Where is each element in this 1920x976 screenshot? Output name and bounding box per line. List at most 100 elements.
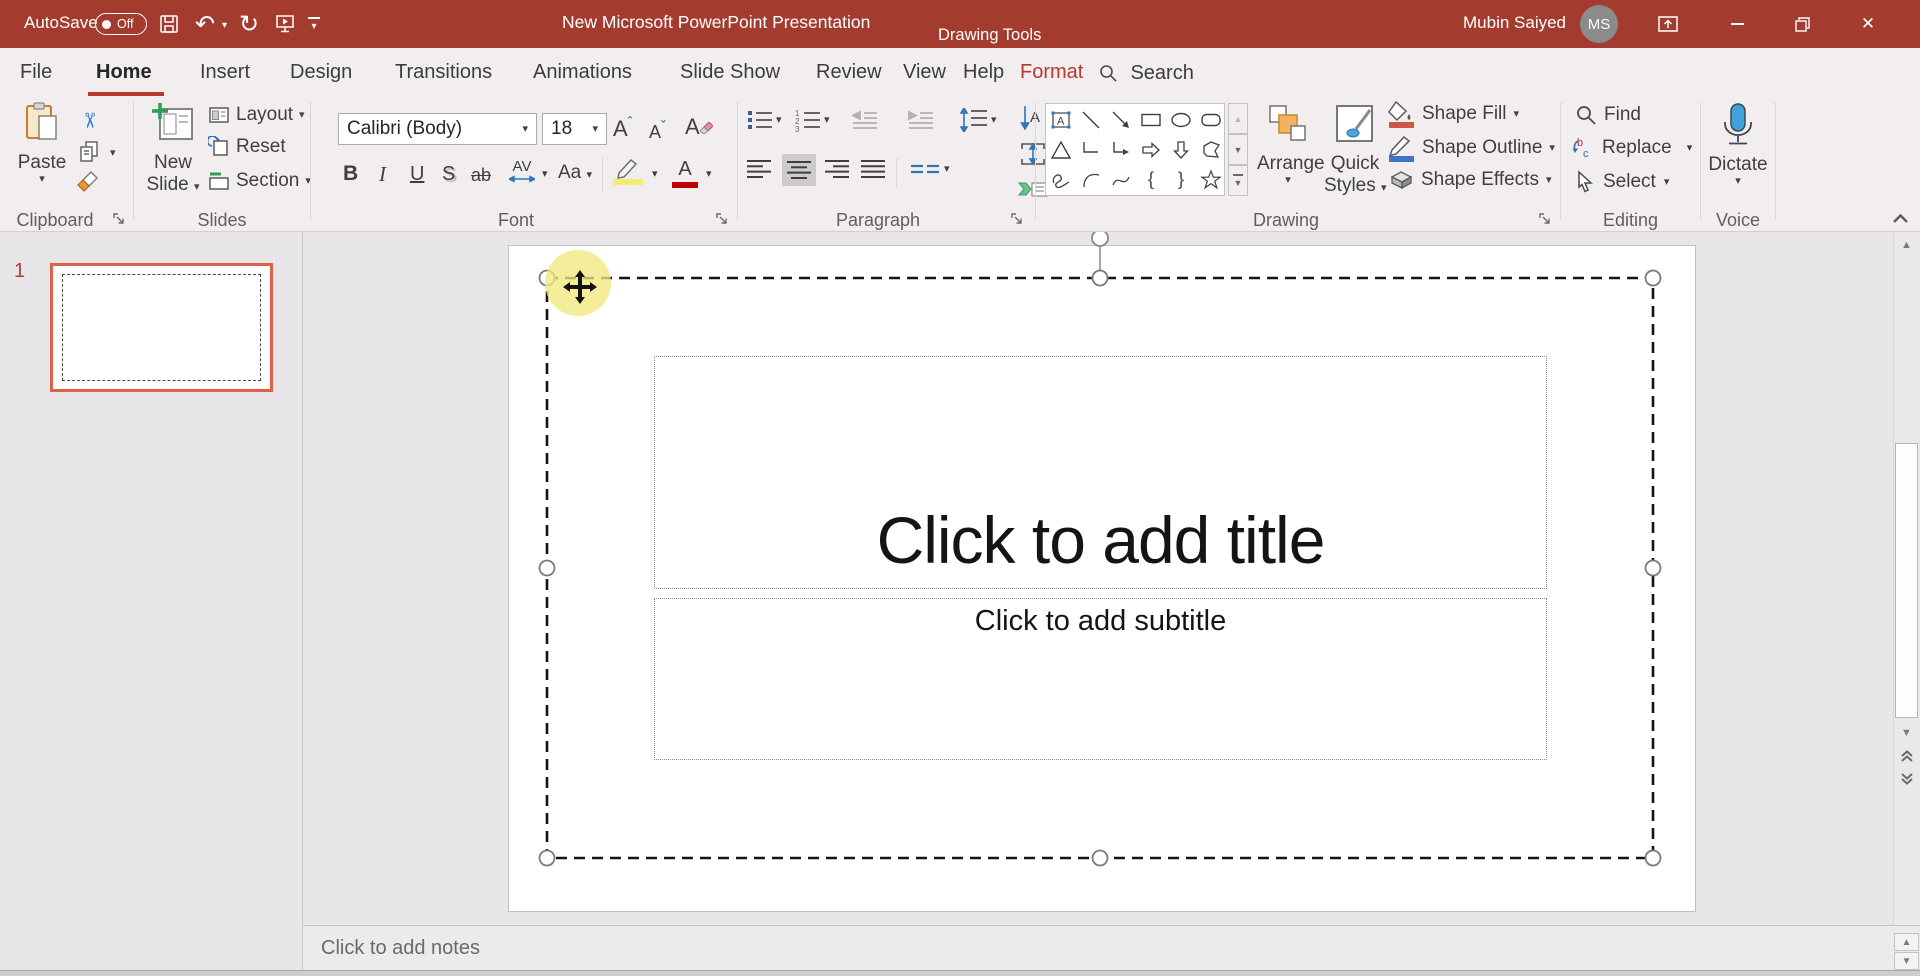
font-dialog-launcher-icon[interactable] <box>715 212 729 226</box>
text-highlight-color-button[interactable] <box>611 156 645 186</box>
dropdown-arrow-icon[interactable]: ▾ <box>110 148 116 159</box>
gallery-more-button[interactable]: ▼ <box>1228 165 1248 196</box>
decrease-font-size-button[interactable]: Aˇ <box>649 118 665 143</box>
dictate-button[interactable]: Dictate ▾ <box>1707 102 1769 200</box>
select-button[interactable]: Select ▾ <box>1575 170 1669 194</box>
dropdown-arrow-icon[interactable]: ▾ <box>706 169 712 180</box>
text-shadow-button[interactable]: S <box>442 163 455 186</box>
notes-scroll-down-button[interactable]: ▼ <box>1894 952 1919 970</box>
reset-button[interactable]: Reset <box>208 136 286 158</box>
tab-slide-show[interactable]: Slide Show <box>680 48 780 96</box>
paste-button[interactable]: Paste ▾ <box>14 102 70 194</box>
find-button[interactable]: Find <box>1575 104 1641 126</box>
columns-button[interactable]: ▾ <box>910 162 950 176</box>
notes-scroll-up-button[interactable]: ▲ <box>1894 933 1919 951</box>
shape-line[interactable] <box>1076 104 1106 135</box>
tab-view[interactable]: View <box>903 48 946 96</box>
title-placeholder[interactable]: Click to add title <box>654 356 1547 589</box>
scroll-up-button[interactable]: ▲ <box>1893 236 1920 254</box>
undo-button[interactable]: ↶ <box>188 7 222 41</box>
slide-canvas[interactable]: Click to add title Click to add subtitle <box>508 245 1696 912</box>
shape-right-arrow[interactable] <box>1136 134 1166 165</box>
previous-slide-button[interactable] <box>1893 746 1920 766</box>
increase-indent-button[interactable] <box>908 110 934 130</box>
arrange-button[interactable]: Arrange ▾ <box>1257 104 1319 200</box>
avatar[interactable]: MS <box>1580 5 1618 43</box>
customize-qat-button[interactable]: ▾ <box>308 17 320 32</box>
shape-scribble[interactable] <box>1046 164 1076 195</box>
slide-thumbnail[interactable] <box>50 263 273 392</box>
italic-button[interactable]: I <box>379 162 386 187</box>
font-size-combobox[interactable]: 18▾ <box>542 113 607 145</box>
ribbon-display-options-button[interactable] <box>1651 7 1685 41</box>
paragraph-dialog-launcher-icon[interactable] <box>1010 212 1024 226</box>
shape-elbow-arrow-connector[interactable] <box>1106 134 1136 165</box>
tab-format[interactable]: Format <box>1020 48 1083 96</box>
scroll-down-button[interactable]: ▼ <box>1893 724 1920 742</box>
shape-fill-button[interactable]: Shape Fill▾ <box>1388 100 1519 128</box>
layout-button[interactable]: Layout▾ <box>208 104 305 126</box>
tab-review[interactable]: Review <box>816 48 882 96</box>
new-slide-button[interactable]: New Slide ▾ <box>142 102 204 198</box>
character-spacing-button[interactable]: AV <box>509 158 535 183</box>
shape-outline-button[interactable]: Shape Outline▾ <box>1388 134 1555 162</box>
tab-insert[interactable]: Insert <box>200 48 250 96</box>
copy-button[interactable] <box>72 138 106 166</box>
scrollbar-thumb[interactable] <box>1895 443 1918 718</box>
tab-transitions[interactable]: Transitions <box>395 48 492 96</box>
notes-placeholder[interactable]: Click to add notes <box>321 937 480 960</box>
cut-button[interactable]: ✂ <box>72 106 106 134</box>
align-center-button[interactable] <box>782 154 816 186</box>
dropdown-arrow-icon[interactable]: ▾ <box>542 169 548 180</box>
quick-styles-button[interactable]: Quick Styles ▾ <box>1324 104 1386 200</box>
search-box[interactable]: Search <box>1098 62 1194 85</box>
shape-text-box[interactable]: A <box>1046 104 1076 135</box>
shapes-gallery[interactable]: A { } <box>1045 103 1225 196</box>
shape-freeform[interactable] <box>1196 134 1226 165</box>
next-slide-button[interactable] <box>1893 769 1920 789</box>
font-color-button[interactable]: A <box>672 158 698 188</box>
change-case-button[interactable]: Aa ▾ <box>558 162 592 184</box>
bold-button[interactable]: B <box>343 162 358 186</box>
start-slideshow-button[interactable] <box>268 7 302 41</box>
tab-file[interactable]: File <box>20 48 52 96</box>
justify-button[interactable] <box>860 158 886 180</box>
clipboard-dialog-launcher-icon[interactable] <box>112 212 126 226</box>
tab-help[interactable]: Help <box>963 48 1004 96</box>
underline-button[interactable]: U <box>410 163 424 186</box>
format-painter-button[interactable] <box>72 168 106 196</box>
shape-curve[interactable] <box>1106 164 1136 195</box>
redo-button[interactable]: ↻ <box>232 7 266 41</box>
clear-formatting-button[interactable]: A <box>685 114 713 140</box>
notes-pane[interactable]: Click to add notes <box>303 925 1920 970</box>
numbering-button[interactable]: 123 ▾ <box>794 108 830 132</box>
font-name-combobox[interactable]: Calibri (Body)▾ <box>338 113 537 145</box>
replace-button[interactable]: bc Replace ▾ <box>1571 136 1692 160</box>
line-spacing-button[interactable]: ▾ <box>960 108 997 132</box>
shape-elbow-connector[interactable] <box>1076 134 1106 165</box>
autosave-toggle[interactable]: Off <box>95 13 147 35</box>
gallery-scroll-down-button[interactable]: ▼ <box>1228 134 1248 165</box>
shape-arc[interactable] <box>1076 164 1106 195</box>
section-button[interactable]: Section▾ <box>208 170 311 192</box>
align-right-button[interactable] <box>824 158 850 180</box>
increase-font-size-button[interactable]: Aˆ <box>613 114 632 142</box>
shape-arrow[interactable] <box>1106 104 1136 135</box>
shape-oval[interactable] <box>1166 104 1196 135</box>
collapse-ribbon-button[interactable] <box>1892 212 1909 225</box>
shape-left-brace[interactable]: { <box>1136 164 1166 195</box>
dropdown-arrow-icon[interactable]: ▾ <box>652 169 658 180</box>
gallery-scroll-up-button[interactable]: ▲ <box>1228 103 1248 134</box>
shape-rounded-rectangle[interactable] <box>1196 104 1226 135</box>
shape-triangle[interactable] <box>1046 134 1076 165</box>
tab-home[interactable]: Home <box>96 48 152 96</box>
save-button[interactable] <box>152 7 186 41</box>
bullets-button[interactable]: ▾ <box>746 108 782 132</box>
decrease-indent-button[interactable] <box>852 110 878 130</box>
close-button[interactable]: ✕ <box>1845 7 1891 41</box>
strikethrough-button[interactable]: ab <box>471 165 491 186</box>
shape-star[interactable] <box>1196 164 1226 195</box>
tab-design[interactable]: Design <box>290 48 352 96</box>
minimize-button[interactable] <box>1714 7 1760 41</box>
shape-effects-button[interactable]: Shape Effects▾ <box>1388 168 1551 192</box>
